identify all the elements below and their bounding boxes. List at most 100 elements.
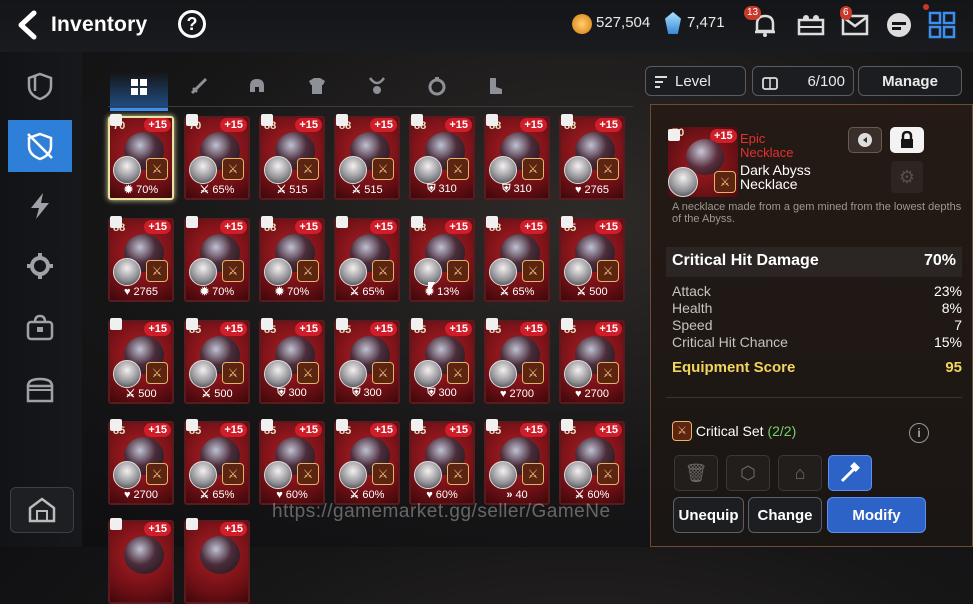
store-button[interactable]: ⌂ bbox=[778, 455, 822, 491]
help-icon[interactable]: ? bbox=[178, 10, 206, 38]
equipment-slot[interactable]: 88 +15 ⚔ ⛨ 310 bbox=[409, 116, 475, 200]
equipment-slot[interactable]: +15 bbox=[184, 520, 250, 604]
manage-button[interactable]: Manage bbox=[858, 66, 962, 96]
mail-icon[interactable]: 6 bbox=[838, 6, 872, 42]
set-bonus-row[interactable]: ⚔ Critical Set (2/2) bbox=[672, 421, 796, 441]
main-stat-display: ⚔ 500 bbox=[561, 285, 623, 298]
equipment-slot[interactable]: 85 +15 ⚔ ⚔ 500 bbox=[559, 218, 625, 302]
divider bbox=[666, 397, 962, 398]
equipment-slot[interactable]: 88 +15 ⚔ ⚔ 515 bbox=[334, 116, 400, 200]
substat-label: Critical Hit Chance bbox=[672, 334, 788, 350]
hero-avatar bbox=[189, 258, 217, 286]
main-stat-display: ⚔ 60% bbox=[336, 488, 398, 501]
sort-dropdown[interactable]: Level bbox=[645, 66, 746, 96]
equipment-slot[interactable]: 85 +15 ⚔ ⚔ 65% bbox=[184, 421, 250, 505]
lightning-icon bbox=[31, 193, 49, 219]
storage-house-button[interactable] bbox=[10, 487, 74, 533]
hero-avatar bbox=[489, 258, 517, 286]
tab-weapon[interactable] bbox=[170, 72, 228, 108]
equipment-image bbox=[124, 536, 164, 574]
lock-icon bbox=[411, 419, 423, 431]
capacity-display[interactable]: 6/100 bbox=[752, 66, 854, 96]
equipment-slot[interactable]: 85 +15 ⚔ ♥ 60% bbox=[259, 421, 325, 505]
equipment-slot[interactable]: 88 +15 ⚔ ⛨ 310 bbox=[484, 116, 550, 200]
chat-icon[interactable] bbox=[882, 8, 916, 42]
equipment-slot[interactable]: +15 bbox=[108, 520, 174, 604]
sidebar-item-artifacts[interactable] bbox=[8, 180, 72, 232]
equipment-slot[interactable]: 88 +15 ⚔ ⚔ 515 bbox=[259, 116, 325, 200]
equipment-slot[interactable]: 85 +15 ⚔ ♥ 2700 bbox=[484, 320, 550, 404]
lock-icon bbox=[411, 318, 423, 330]
critical-set-icon: ⚔ bbox=[714, 171, 736, 193]
enhance-button[interactable] bbox=[828, 455, 872, 491]
lock-icon bbox=[261, 216, 273, 228]
equipment-slot[interactable]: 85 +15 ⚔ ⚔ 60% bbox=[559, 421, 625, 505]
hero-avatar bbox=[264, 156, 292, 184]
lock-icon bbox=[411, 114, 423, 126]
tab-ring[interactable] bbox=[408, 72, 466, 108]
equipment-icon bbox=[27, 132, 53, 161]
equipment-slot[interactable]: 88 +15 ⚔ ♥ 2765 bbox=[108, 218, 174, 302]
main-stat-display: ⛨ 300 bbox=[411, 387, 473, 400]
equipment-slot[interactable]: 88 +15 ⚔ ⚔ 65% bbox=[484, 218, 550, 302]
hero-avatar bbox=[189, 156, 217, 184]
bell-icon[interactable]: 13 bbox=[744, 6, 782, 42]
sidebar-item-chest[interactable] bbox=[8, 364, 72, 416]
menu-grid-icon[interactable] bbox=[923, 4, 959, 42]
lock-icon bbox=[261, 318, 273, 330]
sort-label: Level bbox=[675, 73, 711, 90]
modify-button[interactable]: Modify bbox=[827, 497, 926, 533]
equipment-slot[interactable]: 88 +15 ⚔ ♥ 2765 bbox=[559, 116, 625, 200]
equipment-slot[interactable]: 85 +15 ⚔ ♥ 2700 bbox=[559, 320, 625, 404]
enhance-badge: +15 bbox=[295, 118, 322, 132]
equipment-slot[interactable]: 85 +15 ⚔ ⛨ 300 bbox=[334, 320, 400, 404]
enhance-badge: +15 bbox=[595, 423, 622, 437]
equipment-slot[interactable]: 70 +15 ⚔ ⚔ 65% bbox=[184, 116, 250, 200]
tab-boots[interactable] bbox=[466, 72, 524, 108]
sidebar-item-bag[interactable] bbox=[8, 302, 72, 354]
sidebar-item-equipment[interactable] bbox=[8, 120, 72, 172]
set-icon: ⚔ bbox=[522, 158, 544, 180]
stat-value: 65% bbox=[212, 184, 235, 196]
share-button[interactable] bbox=[848, 127, 882, 153]
unequip-button[interactable]: Unequip bbox=[673, 497, 744, 533]
equipment-slot[interactable]: 85 +15 ⚔ ♥ 60% bbox=[409, 421, 475, 505]
equipment-slot[interactable]: 85 +15 ⚔ ⛨ 300 bbox=[409, 320, 475, 404]
tab-helmet[interactable] bbox=[228, 72, 286, 108]
tab-necklace[interactable] bbox=[348, 72, 406, 108]
sidebar-item-hero[interactable] bbox=[8, 60, 72, 112]
equipment-slot[interactable]: 85 +15 ⚔» 40 bbox=[484, 421, 550, 505]
change-button[interactable]: Change bbox=[748, 497, 822, 533]
equipment-slot[interactable]: 85 +15 ⚔ ⚔ 60% bbox=[334, 421, 400, 505]
mail-count-badge: 6 bbox=[840, 6, 852, 20]
equipment-slot[interactable]: 88 +15 ⚔ ✹ 13% bbox=[409, 218, 475, 302]
equipment-slot[interactable]: +15 ⚔ ✹ 70% bbox=[184, 218, 250, 302]
squad-icon[interactable] bbox=[794, 8, 828, 42]
stat-value: 500 bbox=[214, 388, 233, 400]
hero-avatar bbox=[489, 156, 517, 184]
hero-avatar bbox=[113, 258, 141, 286]
equipment-slot[interactable]: 85 +15 ⚔ ⛨ 300 bbox=[259, 320, 325, 404]
sword-icon: ⚔ bbox=[499, 286, 510, 298]
equipment-slot[interactable]: +15 ⚔ ⚔ 500 bbox=[108, 320, 174, 404]
equipment-slot[interactable]: 85 +15 ⚔ ⚔ 500 bbox=[184, 320, 250, 404]
back-arrow-icon[interactable] bbox=[14, 10, 42, 40]
enhance-badge: +15 bbox=[520, 322, 547, 336]
info-icon[interactable]: i bbox=[909, 423, 929, 443]
equipment-slot[interactable]: 88 +15 ⚔ ✹ 70% bbox=[259, 218, 325, 302]
lock-toggle-button[interactable] bbox=[890, 127, 924, 153]
equipment-slot[interactable]: 70 +15 ⚔ ✹ 70% bbox=[108, 116, 174, 200]
stat-value: 70% bbox=[136, 184, 159, 196]
lock-icon bbox=[561, 114, 573, 126]
sidebar-item-materials[interactable] bbox=[8, 240, 72, 292]
stat-value: 300 bbox=[438, 387, 457, 399]
equipment-slot[interactable]: +15 ⚔ ⚔ 65% bbox=[334, 218, 400, 302]
main-stat-display: ⚔ 65% bbox=[186, 488, 248, 501]
enhance-badge: +15 bbox=[144, 522, 171, 536]
sword-icon: ⚔ bbox=[574, 489, 585, 501]
sell-button[interactable]: 🗑 bbox=[674, 455, 718, 491]
equipment-slot[interactable]: 85 +15 ⚔ ♥ 2700 bbox=[108, 421, 174, 505]
mouse-cursor bbox=[428, 282, 435, 296]
extract-button[interactable]: ⬡ bbox=[726, 455, 770, 491]
tab-armor[interactable] bbox=[288, 72, 346, 108]
